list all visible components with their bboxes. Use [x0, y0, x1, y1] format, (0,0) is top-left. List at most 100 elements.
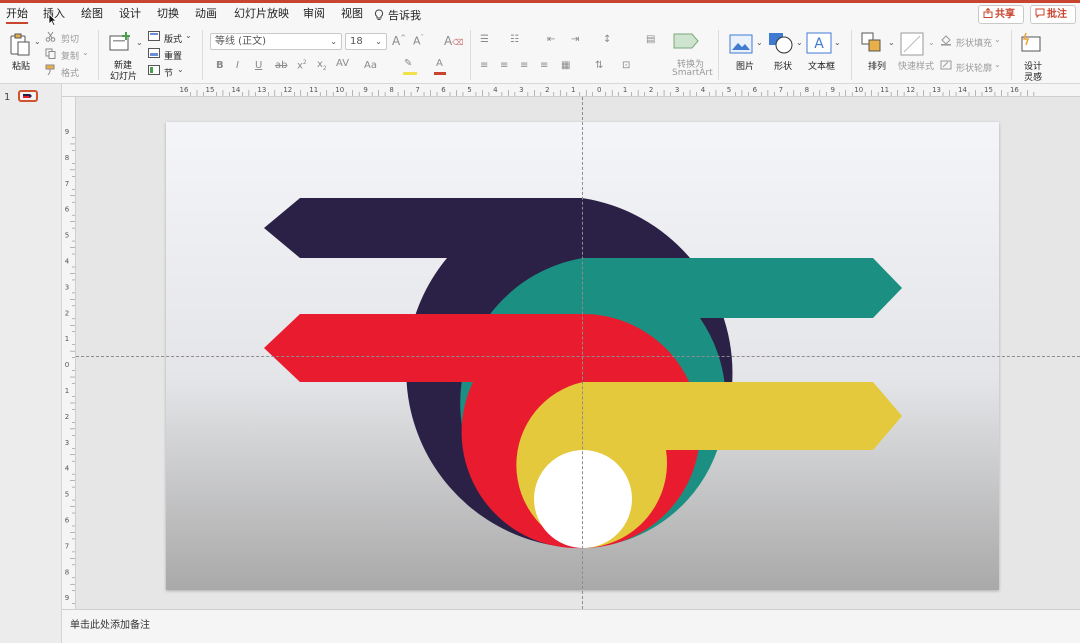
new-slide-caret[interactable]: ⌄ [136, 38, 143, 47]
picture-icon[interactable] [729, 34, 753, 54]
increase-indent-icon[interactable]: ⇥ [571, 34, 579, 45]
clear-formatting-icon[interactable]: A⌫ [444, 34, 464, 48]
ribbon-separator [98, 30, 99, 80]
distributed-icon[interactable]: ▦ [561, 60, 570, 71]
quick-styles-caret[interactable]: ⌄ [928, 38, 935, 47]
horizontal-ruler-ticks: 16 15 14 13 12 11 10 9 8 7 6 5 4 3 2 1 0 1 2 3 4 5 6 7 8 9 10 11 12 1… [180, 86, 1035, 96]
arrange-caret[interactable]: ⌄ [888, 38, 895, 47]
cut-label[interactable]: 剪切 [61, 32, 79, 45]
convert-smartart-label-2[interactable]: SmartArt [672, 68, 713, 78]
vertical-smart-guide[interactable] [582, 97, 583, 609]
tab-view[interactable]: 视图 [341, 7, 363, 24]
ruler-label: 7 [65, 180, 69, 188]
align-right-icon[interactable]: ≡ [520, 60, 528, 71]
shape-fill-caret[interactable]: ⌄ [994, 35, 1001, 44]
bullets-icon[interactable]: ☰ [480, 34, 489, 45]
slide-thumbnail-panel: 1 [0, 84, 62, 643]
tab-home[interactable]: 开始 [6, 7, 28, 24]
tab-slide-show[interactable]: 幻灯片放映 [234, 7, 289, 24]
chevron-down-icon: ⌄ [375, 37, 382, 46]
font-color-icon[interactable]: A [436, 58, 443, 69]
picture-caret[interactable]: ⌄ [756, 38, 763, 47]
cut-icon[interactable] [45, 31, 56, 42]
slide-thumbnail[interactable] [18, 90, 38, 102]
chevron-down-icon: ⌄ [330, 37, 337, 46]
line-spacing-icon[interactable]: ↕ [603, 34, 611, 45]
change-case-icon[interactable]: Aa [364, 60, 377, 71]
tab-review[interactable]: 审阅 [303, 7, 325, 24]
slide-editing-canvas[interactable] [76, 97, 1080, 609]
align-center-icon[interactable]: ≡ [500, 60, 508, 71]
tab-draw[interactable]: 绘图 [81, 7, 103, 24]
italic-icon[interactable]: I [236, 60, 239, 71]
paste-dropdown-caret[interactable]: ⌄ [34, 37, 41, 46]
ruler-label: 9 [65, 594, 69, 602]
columns-icon[interactable]: ▤ [646, 34, 655, 45]
section-caret[interactable]: ⌄ [177, 65, 184, 74]
horizontal-ruler[interactable]: 16 15 14 13 12 11 10 9 8 7 6 5 4 3 2 1 0 1 2 3 4 5 6 7 8 9 10 11 12 1… [62, 84, 1080, 97]
character-spacing-icon[interactable]: AV [336, 58, 349, 69]
shape-outline-icon[interactable] [940, 60, 952, 71]
tab-design[interactable]: 设计 [119, 7, 141, 24]
textbox-caret[interactable]: ⌄ [834, 38, 841, 47]
quick-styles-icon[interactable] [900, 32, 924, 56]
paste-icon[interactable] [7, 32, 33, 58]
quick-styles-label[interactable]: 快速样式 [898, 59, 934, 72]
ruler-label: 0 [65, 361, 69, 369]
bold-icon[interactable]: B [216, 60, 224, 71]
arrange-icon[interactable] [861, 32, 885, 56]
decrease-font-size-icon[interactable]: Aˇ [413, 34, 424, 48]
shapes-icon[interactable] [768, 32, 794, 54]
numbering-icon[interactable]: ☷ [510, 34, 519, 45]
shapes-label: 形状 [774, 62, 793, 72]
ruler-label: 4 [701, 86, 706, 94]
copy-label[interactable]: 复制 [61, 49, 79, 62]
text-direction-icon[interactable]: ⇅ [595, 60, 603, 71]
copy-dropdown-caret[interactable]: ⌄ [82, 48, 89, 57]
increase-font-size-icon[interactable]: A^ [392, 34, 406, 48]
section-label[interactable]: 节 [164, 66, 173, 79]
layout-label[interactable]: 版式 [164, 32, 182, 45]
justify-icon[interactable]: ≡ [540, 60, 548, 71]
horizontal-smart-guide[interactable] [76, 356, 1080, 357]
reset-label[interactable]: 重置 [164, 49, 182, 62]
copy-icon[interactable] [45, 48, 56, 59]
ribbon-separator [470, 30, 471, 80]
vertical-ruler[interactable]: 9 8 7 6 5 4 3 2 1 0 1 2 3 4 5 6 7 8 9 [62, 97, 76, 609]
subscript-icon[interactable]: x2 [317, 59, 327, 72]
notes-placeholder[interactable]: 单击此处添加备注 [70, 616, 150, 631]
font-name-select[interactable]: 等线 (正文) ⌄ [210, 33, 342, 50]
highlight-icon[interactable]: ✎ [404, 58, 412, 69]
strikethrough-icon[interactable]: ab [275, 60, 287, 71]
format-painter-icon[interactable] [45, 64, 57, 76]
shapes-caret[interactable]: ⌄ [796, 38, 803, 47]
align-text-icon[interactable]: ⊡ [622, 60, 630, 71]
share-button[interactable]: 共享 [978, 5, 1024, 24]
paint-bucket-icon[interactable] [940, 35, 952, 46]
decrease-indent-icon[interactable]: ⇤ [547, 34, 555, 45]
textbox-icon[interactable]: A [806, 32, 832, 54]
designer-icon[interactable] [1019, 31, 1043, 55]
underline-icon[interactable]: U [255, 60, 262, 71]
tell-me-search[interactable]: 告诉我 [374, 7, 421, 23]
white-center-circle[interactable] [534, 450, 632, 548]
shape-outline-caret[interactable]: ⌄ [994, 60, 1001, 69]
layout-icon[interactable] [148, 31, 160, 41]
layout-caret[interactable]: ⌄ [185, 31, 192, 40]
reset-icon[interactable] [148, 48, 160, 58]
superscript-icon[interactable]: x2 [297, 59, 307, 71]
tab-transitions[interactable]: 切换 [157, 7, 179, 24]
shape-fill-label[interactable]: 形状填充 [956, 36, 992, 49]
section-icon[interactable] [148, 65, 160, 75]
paste-label: 粘贴 [12, 62, 31, 72]
font-size-select[interactable]: 18 ⌄ [345, 33, 387, 50]
smartart-icon[interactable] [672, 32, 700, 50]
format-painter-label[interactable]: 格式 [61, 66, 79, 79]
ruler-label: 8 [65, 568, 69, 576]
new-slide-icon[interactable] [108, 31, 134, 53]
shape-outline-label[interactable]: 形状轮廓 [956, 61, 992, 74]
tab-animations[interactable]: 动画 [195, 7, 217, 24]
align-left-icon[interactable]: ≡ [480, 60, 488, 71]
notes-pane[interactable]: 单击此处添加备注 [62, 609, 1080, 643]
comments-button[interactable]: 批注 [1030, 5, 1076, 24]
